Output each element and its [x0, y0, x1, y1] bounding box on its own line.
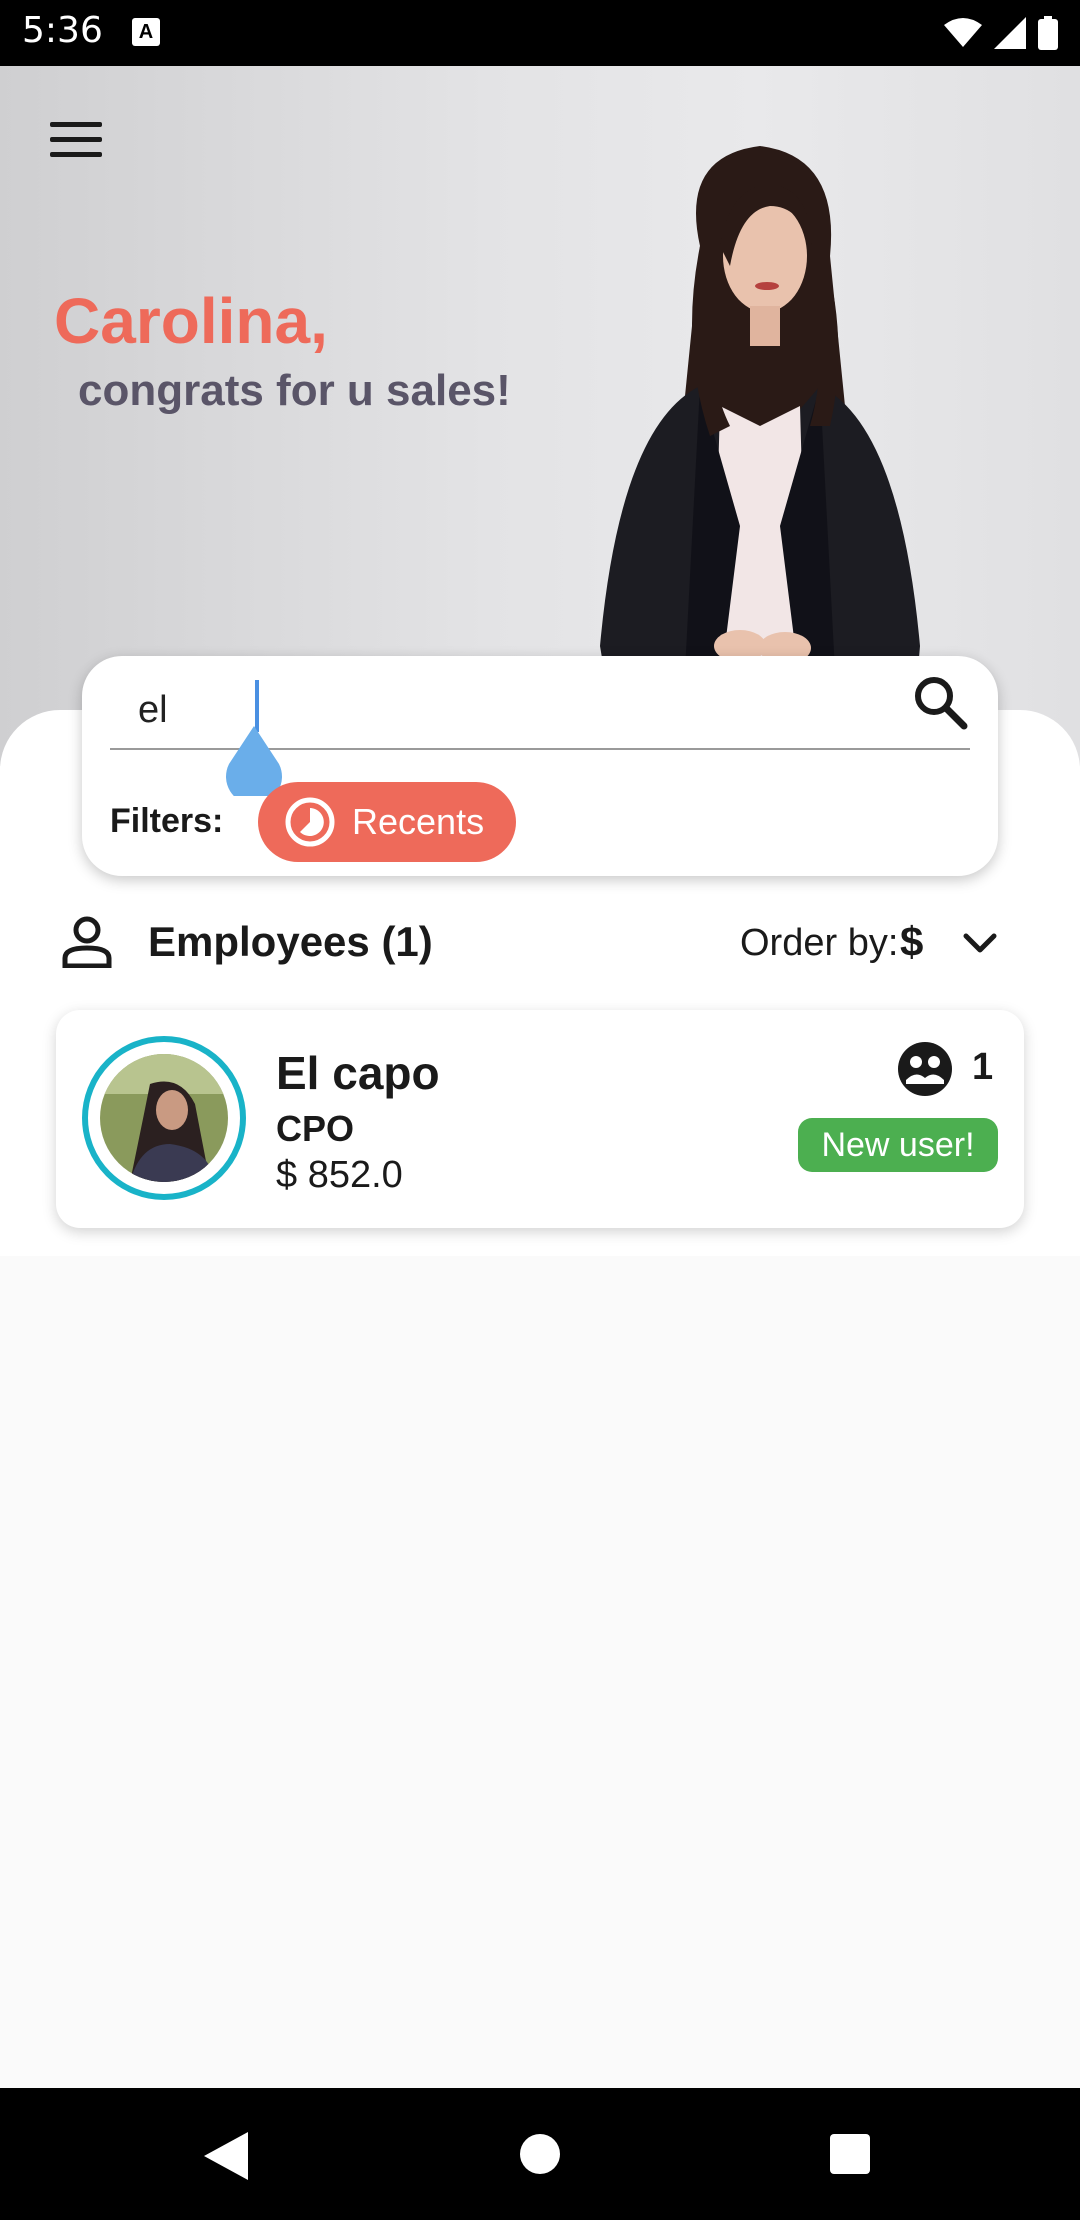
signal-icon — [994, 17, 1026, 49]
order-by-label: Order by: — [740, 922, 899, 964]
notification-icon: A — [132, 18, 160, 46]
chevron-down-icon[interactable] — [960, 924, 1000, 964]
filters-label: Filters: — [110, 802, 224, 840]
system-nav-bar — [0, 2088, 1080, 2220]
employee-role: CPO — [276, 1108, 355, 1149]
employee-card[interactable]: El capo CPO $ 852.0 1 New user! — [56, 1010, 1024, 1228]
search-icon[interactable] — [912, 674, 968, 730]
text-handle-icon[interactable] — [225, 726, 283, 796]
greeting-name: Carolina, — [54, 285, 328, 357]
employee-amount: $ 852.0 — [276, 1154, 403, 1196]
chip-label: Recents — [352, 801, 485, 842]
recent-apps-icon[interactable] — [830, 2134, 870, 2174]
battery-icon — [1038, 16, 1058, 50]
home-icon[interactable] — [520, 2134, 560, 2174]
avatar — [82, 1036, 246, 1200]
new-user-badge: New user! — [798, 1118, 998, 1172]
wifi-icon — [944, 18, 982, 47]
employees-header: Employees (1) Order by: $ — [62, 910, 1022, 980]
search-card: Filters: Recents — [82, 656, 998, 876]
status-time: 5:36 — [22, 10, 103, 51]
text-cursor — [255, 680, 259, 732]
avatar-photo — [100, 1054, 228, 1182]
employee-name: El capo — [276, 1047, 440, 1099]
employees-title: Employees (1) — [148, 918, 433, 965]
group-icon — [898, 1042, 952, 1096]
back-icon[interactable] — [204, 2132, 248, 2180]
greeting-message: congrats for u sales! — [78, 366, 511, 415]
person-icon — [62, 916, 112, 968]
recents-filter-chip[interactable]: Recents — [258, 782, 516, 862]
clock-icon — [285, 797, 335, 847]
group-count: 1 — [972, 1046, 994, 1088]
hamburger-menu-icon[interactable] — [50, 122, 104, 166]
status-bar: 5:36 A — [0, 0, 1080, 66]
order-by-value[interactable]: $ — [900, 918, 923, 966]
status-icons — [944, 14, 1058, 52]
